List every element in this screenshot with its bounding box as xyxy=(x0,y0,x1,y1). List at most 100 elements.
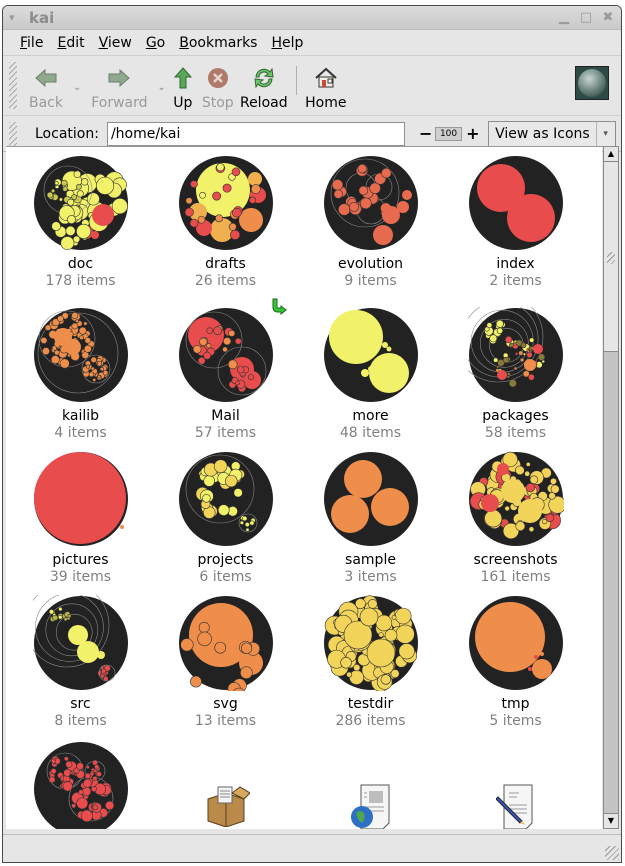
folder-bubble-icon xyxy=(468,596,563,690)
folder-bubble-icon xyxy=(33,156,128,250)
item-count: 6 items xyxy=(199,569,252,585)
folder-item-kailib[interactable]: kailib 4 items xyxy=(8,307,153,442)
scroll-down-button[interactable]: ▼ xyxy=(604,813,618,828)
item-count: 58 items xyxy=(484,425,547,441)
folder-item-mail[interactable]: Mail 57 items xyxy=(153,298,298,442)
folder-bubble-icon xyxy=(468,156,563,250)
item-name: kailib xyxy=(62,408,99,424)
resize-grip[interactable] xyxy=(605,846,619,860)
folder-item-packages[interactable]: packages 58 items xyxy=(443,307,588,442)
folder-item-pictures[interactable]: pictures 39 items xyxy=(8,451,153,586)
folder-item-more[interactable]: more 48 items xyxy=(298,307,443,442)
forward-arrow-icon xyxy=(108,65,131,91)
location-bar-grip[interactable] xyxy=(9,121,17,146)
activity-throbber xyxy=(575,66,609,100)
folder-item-drafts[interactable]: drafts 26 items xyxy=(153,155,298,290)
folder-item-index[interactable]: index 2 items xyxy=(443,155,588,290)
folder-bubble-icon xyxy=(178,452,273,546)
zoom-control: − 100 + xyxy=(419,124,480,143)
menu-bar: File Edit View Go Bookmarks Help xyxy=(3,30,621,56)
window-title: kai xyxy=(29,8,55,27)
file-item[interactable] xyxy=(443,741,588,829)
item-name: pictures xyxy=(52,552,109,568)
item-count: 178 items xyxy=(45,273,116,289)
item-name: screenshots xyxy=(473,552,558,568)
vertical-scrollbar[interactable]: ▲ ▼ xyxy=(603,146,619,829)
forward-button[interactable]: Forward xyxy=(83,56,155,115)
folder-bubble-icon xyxy=(32,595,128,690)
item-count: 161 items xyxy=(480,569,551,585)
stop-icon xyxy=(207,65,229,91)
throbber-orb-icon xyxy=(578,69,606,97)
menu-file[interactable]: File xyxy=(15,33,48,53)
item-count: 5 items xyxy=(489,713,542,729)
menu-help[interactable]: Help xyxy=(266,33,308,53)
stop-button[interactable]: Stop xyxy=(198,56,238,115)
menu-go[interactable]: Go xyxy=(141,33,170,53)
folder-item-evolution[interactable]: evolution 9 items xyxy=(298,155,443,290)
item-name: tmp xyxy=(501,696,530,712)
window-menu-icon[interactable]: ▾ xyxy=(9,11,23,24)
reload-icon xyxy=(252,65,276,91)
zoom-in-button[interactable]: + xyxy=(466,124,479,143)
zoom-out-button[interactable]: − xyxy=(419,124,432,143)
item-name: drafts xyxy=(205,256,246,272)
folder-item-doc[interactable]: doc 178 items xyxy=(8,155,153,290)
folder-item-svg[interactable]: svg 13 items xyxy=(153,595,298,730)
folder-item-screenshots[interactable]: screenshots 161 items xyxy=(443,451,588,586)
item-name: testdir xyxy=(347,696,394,712)
item-count: 26 items xyxy=(194,273,257,289)
item-name: projects xyxy=(197,552,254,568)
back-arrow-icon xyxy=(35,65,57,91)
folder-item-src[interactable]: src 8 items xyxy=(8,595,153,730)
folder-item-projects[interactable]: projects 6 items xyxy=(153,451,298,586)
close-icon[interactable]: ✖ xyxy=(601,10,615,25)
scroll-up-button[interactable]: ▲ xyxy=(604,147,618,162)
zoom-level[interactable]: 100 xyxy=(434,126,463,141)
package-icon xyxy=(207,786,250,827)
reload-button[interactable]: Reload xyxy=(238,56,290,115)
folder-bubble-icon xyxy=(323,308,418,402)
menu-bookmarks[interactable]: Bookmarks xyxy=(174,33,262,53)
title-bar[interactable]: ▾ kai ▁ □ ✖ xyxy=(3,6,621,30)
icon-view[interactable]: doc 178 items drafts 26 items evolution 9 ite… xyxy=(6,146,602,829)
toolbar: Back ⌄ Forward ⌄ Up Stop Reload Home xyxy=(3,56,621,116)
file-item[interactable] xyxy=(8,741,153,829)
scrollbar-thumb[interactable] xyxy=(604,162,618,352)
home-icon xyxy=(314,65,338,91)
text-document-icon xyxy=(495,784,532,829)
location-label: Location: xyxy=(35,125,99,142)
folder-bubble-icon xyxy=(178,156,273,250)
folder-bubble-icon xyxy=(178,308,273,402)
back-button[interactable]: Back xyxy=(21,56,71,115)
up-button[interactable]: Up xyxy=(168,56,198,115)
item-count: 4 items xyxy=(54,425,107,441)
item-count: 9 items xyxy=(344,273,397,289)
file-item[interactable] xyxy=(153,741,298,827)
folder-bubble-icon xyxy=(33,742,128,829)
minimize-icon[interactable]: ▁ xyxy=(557,10,571,25)
back-history-dropdown[interactable]: ⌄ xyxy=(71,60,83,115)
folder-item-testdir[interactable]: testdir 286 items xyxy=(298,595,443,730)
folder-item-sample[interactable]: sample 3 items xyxy=(298,451,443,586)
symlink-arrow-icon xyxy=(269,297,287,315)
home-button[interactable]: Home xyxy=(303,56,349,115)
view-as-value: View as Icons xyxy=(489,121,597,146)
file-item[interactable] xyxy=(298,741,443,829)
item-name: svg xyxy=(213,696,238,712)
view-as-select[interactable]: View as Icons ▾ xyxy=(488,120,616,147)
menu-view[interactable]: View xyxy=(94,33,137,53)
folder-bubble-icon xyxy=(33,308,128,402)
item-name: packages xyxy=(482,408,549,424)
item-count: 48 items xyxy=(339,425,402,441)
location-input[interactable] xyxy=(106,121,405,146)
forward-history-dropdown[interactable]: ⌄ xyxy=(155,60,167,115)
maximize-icon[interactable]: □ xyxy=(579,10,593,25)
item-count: 57 items xyxy=(194,425,257,441)
item-count: 286 items xyxy=(335,713,406,729)
folder-item-tmp[interactable]: tmp 5 items xyxy=(443,595,588,730)
folder-bubble-icon xyxy=(323,156,418,250)
folder-bubble-icon xyxy=(468,451,564,546)
menu-edit[interactable]: Edit xyxy=(52,33,89,53)
toolbar-grip[interactable] xyxy=(9,62,17,109)
